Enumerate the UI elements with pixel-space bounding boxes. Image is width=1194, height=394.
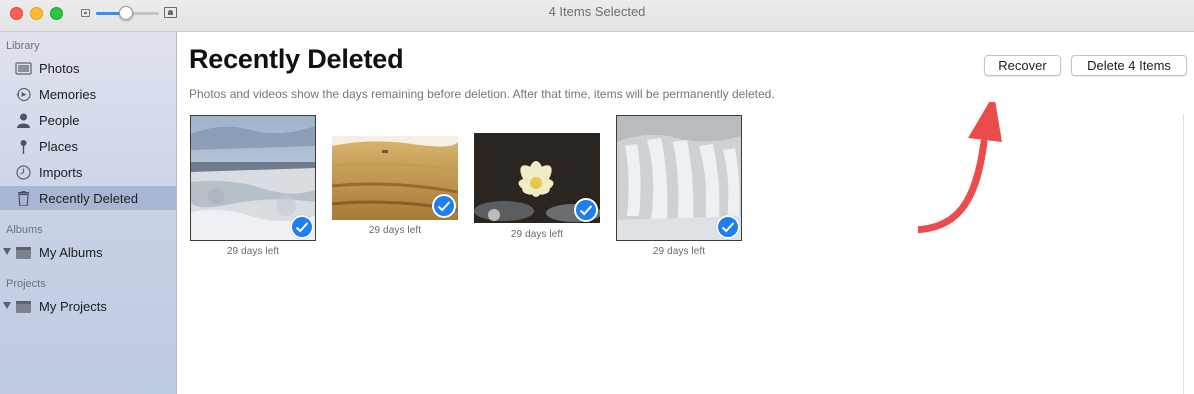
imports-clock-icon <box>15 165 32 180</box>
selected-checkmark-icon[interactable] <box>290 215 314 239</box>
sidebar-item-label: My Projects <box>39 299 107 314</box>
sidebar-item-photos[interactable]: Photos <box>0 56 176 80</box>
sidebar-item-label: Places <box>39 139 79 154</box>
page-subtitle: Photos and videos show the days remainin… <box>189 87 775 101</box>
sidebar-item-label: People <box>39 113 80 128</box>
sidebar-item-recently-deleted[interactable]: Recently Deleted <box>0 186 176 210</box>
folder-icon <box>15 245 32 260</box>
sidebar-item-label: Imports <box>39 165 83 180</box>
days-left-label: 29 days left <box>510 229 564 240</box>
section-header-albums: Albums <box>6 224 43 236</box>
main-content: Recently Deleted Recover Delete 4 Items … <box>178 32 1194 394</box>
scrollbar-track[interactable] <box>1183 114 1184 394</box>
sidebar: Library Photos Memories People Places Im… <box>0 32 177 394</box>
page-title: Recently Deleted <box>189 44 404 74</box>
sidebar-item-label: Photos <box>39 61 80 76</box>
sidebar-item-memories[interactable]: Memories <box>0 82 176 106</box>
section-header-library: Library <box>6 40 40 52</box>
disclosure-triangle-icon[interactable] <box>3 248 11 255</box>
days-left-label: 29 days left <box>368 225 422 236</box>
annotation-arrow-icon <box>918 102 1002 234</box>
sidebar-item-places[interactable]: Places <box>0 134 176 158</box>
selected-checkmark-icon[interactable] <box>432 194 456 218</box>
section-header-projects: Projects <box>6 278 46 290</box>
folder-icon <box>15 299 32 314</box>
delete-items-button[interactable]: Delete 4 Items <box>1071 55 1187 76</box>
trash-icon <box>15 191 32 207</box>
people-icon <box>15 113 32 128</box>
sidebar-item-label: My Albums <box>39 245 103 260</box>
sidebar-item-people[interactable]: People <box>0 108 176 132</box>
sidebar-item-label: Memories <box>39 87 97 102</box>
selected-checkmark-icon[interactable] <box>574 198 598 222</box>
places-icon <box>15 139 32 154</box>
memories-icon <box>15 87 32 102</box>
sidebar-item-imports[interactable]: Imports <box>0 160 176 184</box>
disclosure-triangle-icon[interactable] <box>3 302 11 309</box>
window-title: 4 Items Selected <box>548 4 646 19</box>
sidebar-item-my-albums[interactable]: My Albums <box>0 240 176 264</box>
title-bar: 4 Items Selected <box>0 0 1194 32</box>
selected-checkmark-icon[interactable] <box>716 215 740 239</box>
days-left-label: 29 days left <box>652 246 706 257</box>
recover-button[interactable]: Recover <box>984 55 1061 76</box>
days-left-label: 29 days left <box>226 246 280 257</box>
photos-icon <box>15 61 32 76</box>
sidebar-item-label: Recently Deleted <box>39 191 138 206</box>
sidebar-item-my-projects[interactable]: My Projects <box>0 294 176 318</box>
